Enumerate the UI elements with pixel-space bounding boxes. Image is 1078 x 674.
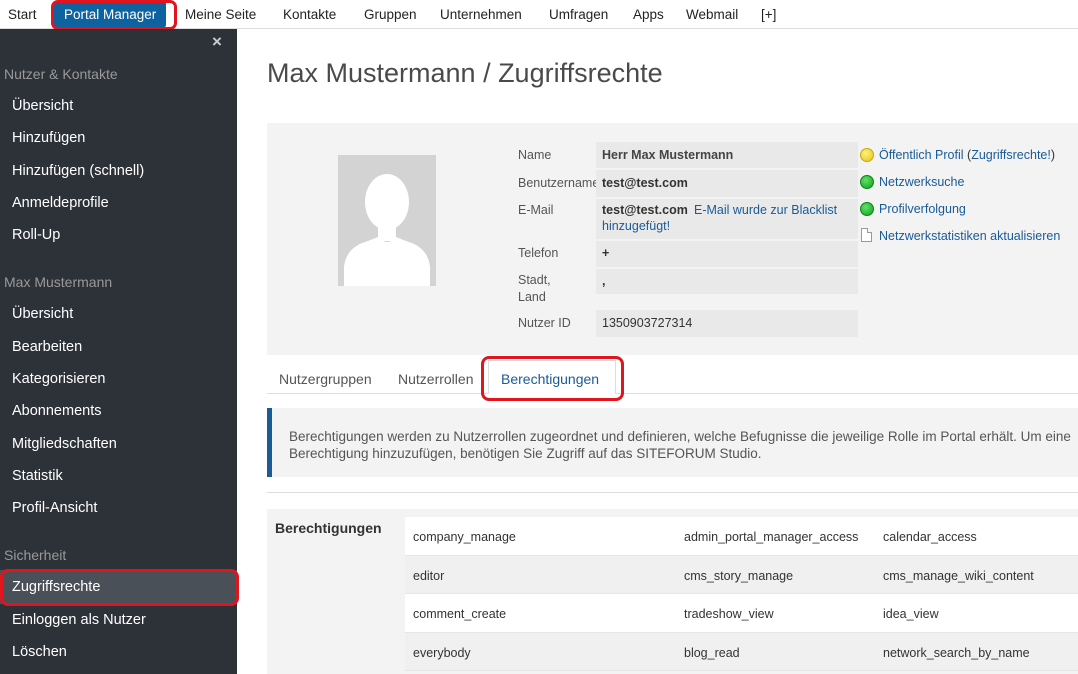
city-value-bg — [596, 269, 858, 294]
nav-unternehmen[interactable]: Unternehmen — [440, 0, 522, 29]
highlight-zugriffsrechte — [0, 569, 239, 606]
highlight-portal-manager — [51, 0, 177, 30]
tab-nutzerrollen[interactable]: Nutzerrollen — [398, 371, 473, 387]
table-row: company_manage admin_portal_manager_acce… — [405, 517, 1078, 556]
status-green-icon — [860, 202, 874, 216]
table-row: comment_create tradeshow_view idea_view — [405, 594, 1078, 633]
phone-value: + — [602, 246, 610, 260]
sidebar-item-loeschen[interactable]: Löschen — [12, 644, 67, 660]
sidebar-item-uebersicht[interactable]: Übersicht — [12, 98, 73, 114]
permission-cell: calendar_access — [883, 530, 977, 544]
permissions-table: company_manage admin_portal_manager_acce… — [405, 517, 1078, 671]
nav-meine-seite[interactable]: Meine Seite — [185, 0, 256, 29]
phone-value-bg — [596, 241, 858, 267]
status-yellow-icon — [860, 148, 874, 162]
phone-label: Telefon — [518, 246, 559, 260]
userid-label: Nutzer ID — [518, 316, 571, 330]
section-divider — [267, 492, 1078, 493]
nav-start[interactable]: Start — [8, 0, 37, 29]
permission-cell: everybody — [413, 645, 471, 660]
highlight-berechtigungen-tab — [481, 356, 624, 401]
network-search-link[interactable]: Netzwerksuche — [879, 175, 964, 189]
sidebar-item-mitgliedschaften[interactable]: Mitgliedschaften — [12, 436, 117, 452]
close-icon[interactable]: × — [212, 32, 222, 52]
permission-cell: idea_view — [883, 607, 939, 621]
city-value: , — [602, 274, 606, 288]
access-rights-link[interactable]: Zugriffsrechte! — [971, 148, 1051, 162]
permission-cell: comment_create — [413, 607, 507, 621]
table-row: editor cms_story_manage cms_manage_wiki_… — [405, 555, 1078, 594]
public-profile-link[interactable]: Öffentlich Profil (Zugriffsrechte!) — [879, 148, 1055, 162]
nav-kontakte[interactable]: Kontakte — [283, 0, 336, 29]
email-label: E-Mail — [518, 203, 554, 217]
sidebar-item-hinzufuegen-schnell[interactable]: Hinzufügen (schnell) — [12, 163, 144, 179]
sidebar-section-max-mustermann: Max Mustermann — [4, 274, 113, 290]
permission-cell: admin_portal_manager_access — [684, 530, 859, 544]
nav-webmail[interactable]: Webmail — [686, 0, 738, 29]
public-profile-label[interactable]: Öffentlich Profil — [879, 148, 964, 162]
sidebar-item-hinzufuegen[interactable]: Hinzufügen — [12, 130, 85, 146]
table-row: everybody blog_read network_search_by_na… — [405, 632, 1078, 671]
sidebar-item-bearbeiten[interactable]: Bearbeiten — [12, 339, 82, 355]
user-silhouette-icon — [338, 155, 436, 286]
status-green-icon — [860, 175, 874, 189]
nav-add[interactable]: [+] — [761, 0, 776, 29]
sidebar-item-roll-up[interactable]: Roll-Up — [12, 227, 60, 243]
email-blacklist-note[interactable]: E-Mail wurde zur Blacklist — [694, 203, 837, 217]
userid-value: 1350903727314 — [602, 316, 693, 330]
permission-cell: cms_story_manage — [684, 568, 794, 583]
permissions-title: Berechtigungen — [275, 520, 382, 536]
email-value: test@test.com — [602, 203, 688, 217]
permission-cell: editor — [413, 568, 445, 583]
info-box: Berechtigungen werden zu Nutzerrollen zu… — [267, 408, 1078, 477]
permission-cell: company_manage — [413, 530, 516, 544]
permission-cell: cms_manage_wiki_content — [883, 568, 1034, 583]
sidebar-item-einloggen-als-nutzer[interactable]: Einloggen als Nutzer — [12, 612, 146, 628]
sidebar-item-statistik[interactable]: Statistik — [12, 468, 63, 484]
sidebar-section-nutzer-kontakte: Nutzer & Kontakte — [4, 66, 118, 82]
permission-cell: tradeshow_view — [684, 607, 774, 621]
nav-umfragen[interactable]: Umfragen — [549, 0, 608, 29]
city-label: Stadt, Land — [518, 273, 551, 304]
tabs-divider — [267, 393, 1078, 394]
update-stats-link[interactable]: Netzwerkstatistiken aktualisieren — [879, 229, 1060, 243]
document-icon — [861, 228, 872, 242]
nav-apps[interactable]: Apps — [633, 0, 664, 29]
sidebar-item-kategorisieren[interactable]: Kategorisieren — [12, 371, 106, 387]
username-value: test@test.com — [602, 176, 688, 190]
sidebar: × Nutzer & Kontakte Übersicht Hinzufügen… — [0, 29, 239, 674]
sidebar-section-sicherheit: Sicherheit — [4, 547, 67, 563]
profile-tracking-link[interactable]: Profilverfolgung — [879, 202, 966, 216]
sidebar-item-abonnements[interactable]: Abonnements — [12, 403, 101, 419]
username-label: Benutzername — [518, 176, 596, 190]
avatar — [338, 155, 436, 286]
sidebar-item-profil-ansicht[interactable]: Profil-Ansicht — [12, 500, 97, 516]
permission-cell: network_search_by_name — [883, 645, 1030, 660]
paren-close: ) — [1050, 148, 1056, 162]
permission-cell: blog_read — [684, 645, 740, 660]
sidebar-item-anmeldeprofile[interactable]: Anmeldeprofile — [12, 195, 109, 211]
email-blacklist-note-2[interactable]: hinzugefügt! — [602, 219, 670, 233]
nav-gruppen[interactable]: Gruppen — [364, 0, 417, 29]
page-title: Max Mustermann / Zugriffsrechte — [267, 58, 663, 88]
name-value: Herr Max Mustermann — [602, 148, 734, 162]
tab-nutzergruppen[interactable]: Nutzergruppen — [279, 371, 372, 387]
name-label: Name — [518, 148, 552, 162]
info-text: Berechtigungen werden zu Nutzerrollen zu… — [289, 429, 1071, 461]
sidebar-item-user-uebersicht[interactable]: Übersicht — [12, 306, 73, 322]
